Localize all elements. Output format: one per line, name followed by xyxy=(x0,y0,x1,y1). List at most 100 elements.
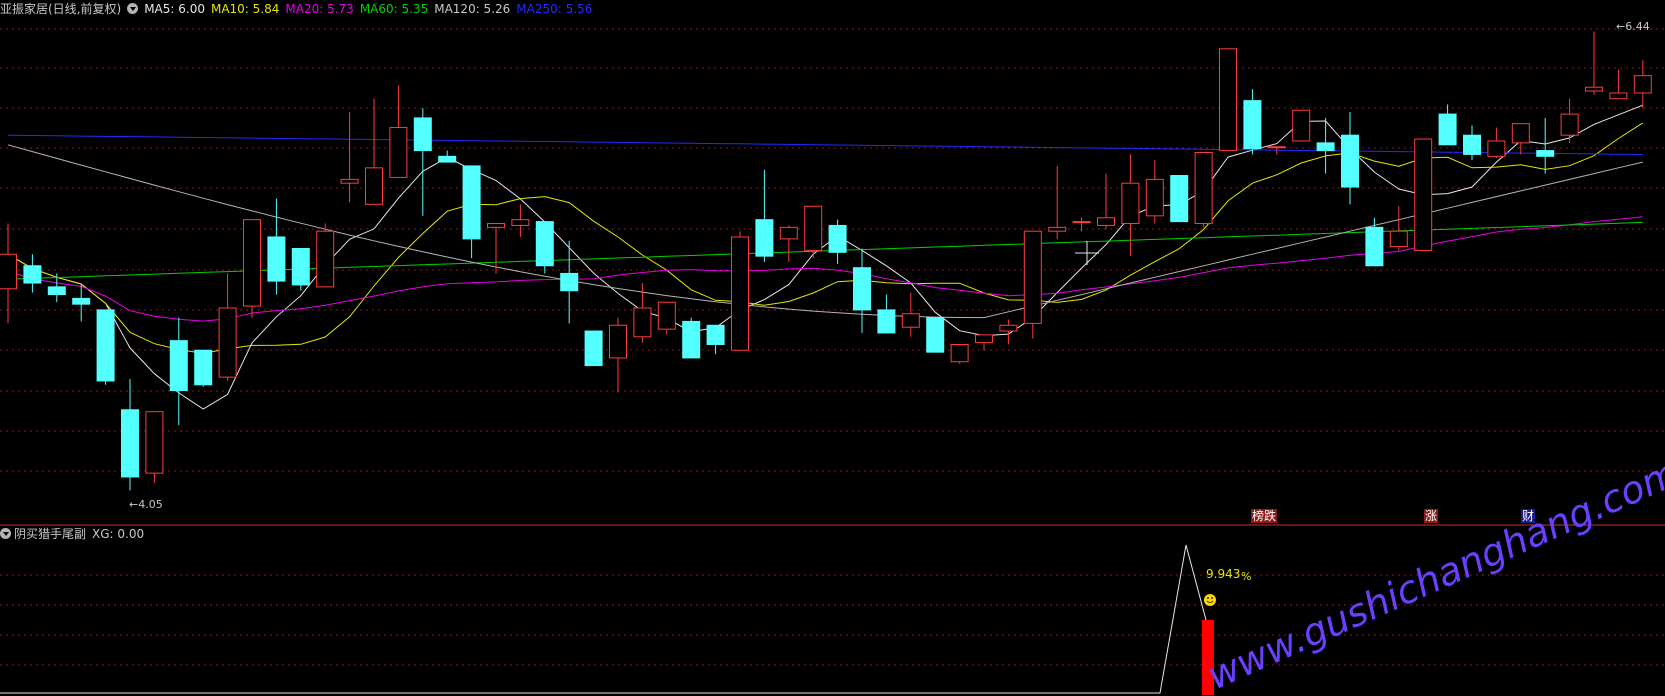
smiley-icon xyxy=(1204,594,1216,606)
candle-body-down[interactable] xyxy=(853,267,871,311)
candle-body-down[interactable] xyxy=(682,320,701,359)
candle-body-up[interactable] xyxy=(975,334,993,344)
candle-body-down[interactable] xyxy=(72,297,91,305)
price-header: 亚振家居(日线,前复权) MA5: 6.00 MA10: 5.84 MA20: 5.7… xyxy=(0,1,598,17)
candle-body-down[interactable] xyxy=(413,117,432,152)
ma-legend-item: MA20: 5.73 xyxy=(285,2,354,16)
candle-body-up[interactable] xyxy=(316,230,335,288)
ma-legend-item: MA120: 5.26 xyxy=(434,2,511,16)
high-price-label: ←6.44 xyxy=(1616,20,1650,33)
signal-value: 9.943 xyxy=(1206,567,1240,581)
ma-legend-item: MA10: 5.84 xyxy=(210,2,280,16)
candle-body-up[interactable] xyxy=(804,205,823,251)
indicator-line xyxy=(0,544,1207,694)
candle-body-down[interactable] xyxy=(926,317,945,353)
candle-body-down[interactable] xyxy=(291,247,310,286)
candle-body-up[interactable] xyxy=(1585,86,1603,92)
candle-body-down[interactable] xyxy=(755,219,774,257)
candle-body-down[interactable] xyxy=(96,309,115,382)
candle-body-up[interactable] xyxy=(243,219,261,307)
candle-body-up[interactable] xyxy=(365,167,383,205)
candle-body-up[interactable] xyxy=(609,324,627,359)
candle-body-up[interactable] xyxy=(1145,178,1164,217)
candle-body-up[interactable] xyxy=(0,253,17,290)
candle-body-up[interactable] xyxy=(1097,217,1115,226)
ma250-line xyxy=(7,134,1643,155)
candle-body-down[interactable] xyxy=(706,324,725,345)
candle-body-down[interactable] xyxy=(47,286,66,296)
candle-body-down[interactable] xyxy=(169,340,188,392)
candle-body-down[interactable] xyxy=(1463,134,1481,155)
candle-body-up[interactable] xyxy=(1389,230,1408,248)
candle-body-down[interactable] xyxy=(438,155,457,163)
smiley-eye xyxy=(1211,597,1213,599)
candle-body-up[interactable] xyxy=(1219,48,1237,152)
candle-body-up[interactable] xyxy=(1194,151,1213,225)
dropdown-icon[interactable] xyxy=(0,528,11,539)
candle-body-down[interactable] xyxy=(121,409,139,478)
candle-body-down[interactable] xyxy=(1341,134,1359,188)
candle-body-down[interactable] xyxy=(23,265,42,284)
candle-body-down[interactable] xyxy=(1170,175,1189,223)
smiley-eye xyxy=(1207,597,1209,599)
candle-body-up[interactable] xyxy=(901,313,920,328)
candle-body-up[interactable] xyxy=(731,236,749,351)
candle-body-up[interactable] xyxy=(1267,146,1286,149)
crosshair-cursor xyxy=(1075,241,1099,265)
candle-body-up[interactable] xyxy=(950,343,969,363)
candle-body-down[interactable] xyxy=(584,330,603,367)
candle-body-up[interactable] xyxy=(657,301,676,330)
ma-legend-item: MA60: 5.35 xyxy=(359,2,429,16)
event-tag[interactable]: 涨 xyxy=(1424,509,1439,523)
xg-value: XG: 0.00 xyxy=(92,527,145,541)
candle-body-down[interactable] xyxy=(462,165,481,240)
ma-legend: MA5: 6.00 MA10: 5.84 MA20: 5.73 MA60: 5.35 M… xyxy=(144,2,598,16)
ma-legend-item: MA250: 5.56 xyxy=(516,2,593,16)
candle-body-down[interactable] xyxy=(194,349,213,386)
event-tag[interactable]: 财 xyxy=(1521,509,1536,523)
event-tag[interactable]: 榜跌 xyxy=(1251,509,1278,523)
stock-label: 亚振家居(日线,前复权) xyxy=(0,2,122,16)
candle-body-up[interactable] xyxy=(1633,75,1652,94)
candle-body-up[interactable] xyxy=(145,411,164,474)
chart-canvas[interactable]: 9.943% ←6.44 ←4.05 www.gushichanghang.com xyxy=(0,0,1665,696)
indicator-panel: 9.943% xyxy=(0,544,1251,695)
candlesticks[interactable] xyxy=(0,31,1652,491)
percent-sign: % xyxy=(1241,570,1251,583)
low-price-label: ←4.05 xyxy=(129,498,163,511)
candle-body-down[interactable] xyxy=(1316,142,1335,152)
candle-body-down[interactable] xyxy=(267,236,286,282)
candle-body-up[interactable] xyxy=(1121,182,1140,225)
candle-body-up[interactable] xyxy=(1048,226,1067,232)
candle-body-up[interactable] xyxy=(511,219,530,226)
candle-body-down[interactable] xyxy=(1438,113,1457,146)
candle-body-down[interactable] xyxy=(877,309,896,334)
ma-legend-item: MA5: 6.00 xyxy=(144,2,205,16)
candle-body-up[interactable] xyxy=(218,307,237,378)
dropdown-icon[interactable] xyxy=(127,3,139,14)
candle-body-down[interactable] xyxy=(535,221,554,267)
candle-body-down[interactable] xyxy=(560,272,579,292)
watermark: www.gushichanghang.com xyxy=(1201,450,1665,696)
candle-body-up[interactable] xyxy=(1292,109,1311,142)
candle-body-up[interactable] xyxy=(1511,123,1530,144)
candle-body-up[interactable] xyxy=(779,226,798,240)
candle-body-up[interactable] xyxy=(1072,221,1091,224)
candle-body-up[interactable] xyxy=(1023,230,1042,324)
indicator-title: 阴买猎手尾副 xyxy=(14,527,87,541)
candle-body-down[interactable] xyxy=(1243,100,1262,150)
candle-body-up[interactable] xyxy=(1560,113,1579,136)
candle-body-down[interactable] xyxy=(828,224,847,253)
candle-body-up[interactable] xyxy=(999,324,1018,332)
annotations: ←6.44 ←4.05 xyxy=(129,20,1650,511)
indicator-header: 阴买猎手尾副 XG: 0.00 xyxy=(0,526,150,542)
candle-body-up[interactable] xyxy=(487,223,505,228)
candle-body-up[interactable] xyxy=(340,178,359,184)
candle-body-up[interactable] xyxy=(1609,92,1628,100)
candle-body-up[interactable] xyxy=(1414,138,1433,251)
candle-body-up[interactable] xyxy=(1487,140,1506,157)
candle-body-down[interactable] xyxy=(1536,150,1555,157)
candle-body-up[interactable] xyxy=(389,127,408,178)
candle-body-down[interactable] xyxy=(1365,226,1384,267)
candle-body-up[interactable] xyxy=(633,307,652,338)
